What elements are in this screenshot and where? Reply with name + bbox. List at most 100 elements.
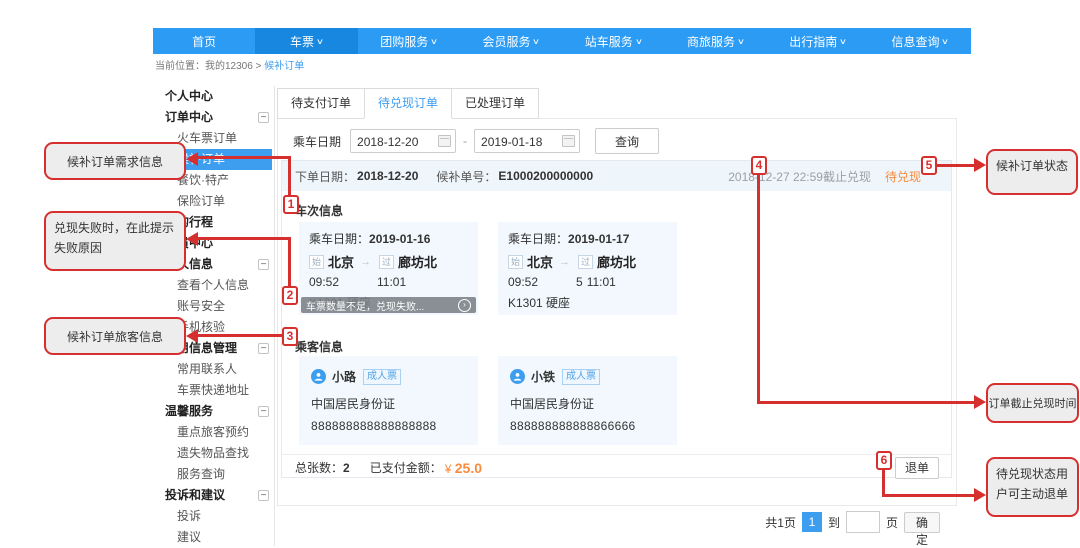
sidebar-item-label: 投诉和建议	[165, 488, 225, 502]
collapse-icon[interactable]: −	[258, 490, 269, 501]
goto-page-input[interactable]	[846, 511, 880, 533]
annotation-text: 候补订单需求信息	[67, 153, 163, 170]
sidebar-item-insurance-orders[interactable]: 保险订单	[160, 191, 272, 212]
id-number: 888888888888866666	[510, 419, 667, 433]
nav-item-travel-guide[interactable]: 出行指南∨	[767, 28, 869, 54]
sidebar-item-lost-item-search[interactable]: 遗失物品查找	[160, 443, 272, 464]
chevron-down-icon: ∨	[532, 37, 540, 46]
sidebar-item-suggestion[interactable]: 建议	[160, 527, 272, 548]
ticket-type-badge: 成人票	[562, 369, 600, 385]
annotation-arrowhead	[974, 158, 986, 172]
origin-station: 北京	[328, 252, 354, 271]
collapse-icon[interactable]: −	[258, 112, 269, 123]
sidebar-item-personal-center[interactable]: 个人中心	[160, 86, 272, 107]
refund-button[interactable]: 退单	[895, 457, 939, 479]
ticket-type-badge: 成人票	[363, 369, 401, 385]
passenger-name: 小铁	[531, 368, 555, 385]
annotation-arrowhead	[186, 152, 198, 166]
train-card: 乘车日期：2019-01-16 始 北京 → 过 廊坊北 09:52 11:01…	[299, 222, 478, 315]
confirm-button[interactable]: 确定	[904, 512, 940, 533]
annotation-callout-passenger-info: 候补订单旅客信息	[44, 317, 186, 355]
order-header: 下单日期： 2018-12-20 候补单号： E1000200000000 20…	[282, 161, 951, 191]
sidebar-item-label: 常用联系人	[177, 362, 237, 376]
ride-date-value: 2019-01-16	[369, 232, 430, 246]
nav-item-label: 车票	[290, 33, 314, 50]
sidebar-item-service-inquiry[interactable]: 服务查询	[160, 464, 272, 485]
sidebar-item-complaints-suggestions[interactable]: 投诉和建议 −	[160, 485, 272, 506]
sidebar-item-label: 火车票订单	[177, 131, 237, 145]
tooltip-detail-icon[interactable]: ›	[458, 299, 471, 312]
train-card: 乘车日期：2019-01-17 始 北京 → 过 廊坊北 09:52 5 11:…	[498, 222, 677, 315]
nav-item-info-query[interactable]: 信息查询∨	[869, 28, 971, 54]
sidebar-item-frequent-contacts[interactable]: 常用联系人	[160, 359, 272, 380]
sidebar-item-key-passenger-reservation[interactable]: 重点旅客预约	[160, 422, 272, 443]
sidebar-item-label: 查看个人信息	[177, 278, 249, 292]
destination-station: 廊坊北	[597, 252, 636, 271]
annotation-line	[882, 470, 885, 497]
nav-item-group-services[interactable]: 团购服务∨	[358, 28, 460, 54]
tab-processed[interactable]: 已处理订单	[451, 88, 539, 119]
date-from-input[interactable]	[351, 130, 439, 154]
tab-pending-payment[interactable]: 待支付订单	[277, 88, 365, 119]
nav-item-member-services[interactable]: 会员服务∨	[460, 28, 562, 54]
sidebar-item-label: 重点旅客预约	[177, 425, 249, 439]
tab-pending-redemption[interactable]: 待兑现订单	[364, 88, 452, 119]
nav-item-station-services[interactable]: 站车服务∨	[562, 28, 664, 54]
date-to-field[interactable]	[474, 129, 580, 153]
sidebar-item-complaint[interactable]: 投诉	[160, 506, 272, 527]
ride-date-label: 乘车日期：	[508, 232, 568, 246]
id-number: 888888888888888888	[311, 419, 468, 433]
train-seat: K1301 硬座	[508, 294, 669, 311]
annotation-text: 待兑现状态用户可主动退单	[996, 464, 1069, 504]
annotation-callout-order-status: 候补订单状态	[986, 149, 1078, 195]
goto-label: 到	[828, 514, 840, 531]
collapse-icon[interactable]: −	[258, 406, 269, 417]
currency-symbol: ¥	[445, 462, 452, 476]
annotation-marker-6: 6	[876, 451, 892, 470]
query-button[interactable]: 查询	[595, 128, 659, 154]
sidebar-item-view-personal-info[interactable]: 查看个人信息	[160, 275, 272, 296]
order-tabs: 待支付订单 待兑现订单 已处理订单	[277, 88, 538, 119]
annotation-callout-user-refund: 待兑现状态用户可主动退单	[986, 457, 1079, 517]
origin-tag: 始	[309, 255, 324, 269]
annotation-line	[757, 401, 974, 404]
collapse-icon[interactable]: −	[258, 259, 269, 270]
order-status-badge: 待兑现	[885, 168, 921, 185]
chevron-down-icon: ∨	[635, 37, 643, 46]
collapse-icon[interactable]: −	[258, 343, 269, 354]
destination-station: 廊坊北	[398, 252, 437, 271]
annotation-text: 候补订单旅客信息	[67, 328, 163, 345]
ride-date-value: 2019-01-17	[568, 232, 629, 246]
date-from-field[interactable]	[350, 129, 456, 153]
chevron-down-icon: ∨	[430, 37, 438, 46]
date-to-input[interactable]	[475, 130, 563, 154]
passenger-section-title: 乘客信息	[295, 338, 343, 355]
total-tickets-label: 总张数：	[295, 459, 343, 476]
calendar-icon[interactable]	[438, 135, 451, 147]
failure-reason-tooltip: 车票数量不足，兑现失败... ›	[301, 297, 476, 313]
sidebar-item-ticket-delivery-address[interactable]: 车票快递地址	[160, 380, 272, 401]
nav-item-label: 商旅服务	[687, 33, 735, 50]
date-range-separator: -	[463, 134, 467, 148]
current-page-button[interactable]: 1	[802, 512, 822, 532]
nav-item-tickets[interactable]: 车票∨	[255, 28, 357, 54]
nav-item-label: 团购服务	[380, 33, 428, 50]
nav-item-label: 站车服务	[585, 33, 633, 50]
sidebar-item-order-center[interactable]: 订单中心 −	[160, 107, 272, 128]
breadcrumb-prefix: 当前位置：我的12306 >	[155, 61, 261, 72]
calendar-icon[interactable]	[562, 135, 575, 147]
depart-time: 09:52	[508, 275, 576, 289]
order-number-value: E1000200000000	[498, 169, 593, 183]
sidebar-item-caring-services[interactable]: 温馨服务−	[160, 401, 272, 422]
route-arrow-icon: →	[360, 256, 371, 268]
sidebar-item-label: 订单中心	[165, 110, 213, 124]
order-number-label: 候补单号：	[436, 168, 496, 185]
nav-item-business-travel[interactable]: 商旅服务∨	[664, 28, 766, 54]
nav-item-home[interactable]: 首页	[153, 28, 255, 54]
annotation-text: 订单截止兑现时间	[989, 395, 1077, 411]
sidebar-item-account-security[interactable]: 账号安全	[160, 296, 272, 317]
breadcrumb-current-link[interactable]: 候补订单	[264, 61, 304, 72]
passenger-card: 小铁 成人票 中国居民身份证 888888888888866666	[498, 356, 677, 445]
annotation-line	[757, 175, 760, 404]
route-arrow-icon: →	[559, 256, 570, 268]
